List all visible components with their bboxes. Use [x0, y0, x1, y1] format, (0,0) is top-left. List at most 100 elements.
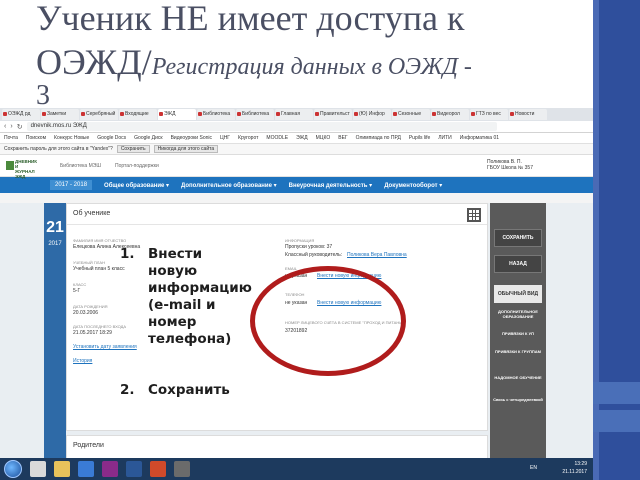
missed-lessons: Пропуски уроков: 37 — [285, 244, 333, 250]
bookmark-item[interactable]: Google Диск — [134, 135, 162, 141]
bookmark-item[interactable]: Поиском — [26, 135, 46, 141]
start-button[interactable] — [4, 460, 22, 478]
teacher-label: Классный руководитель: — [285, 252, 343, 258]
browser-tab[interactable]: ГТЗ по вес — [470, 109, 508, 120]
browser-tab[interactable]: Новости — [509, 109, 547, 120]
history-link[interactable]: История — [73, 358, 92, 364]
browser-tab[interactable]: ЭЖД — [158, 109, 196, 120]
browser-tab[interactable]: Входящие — [119, 109, 157, 120]
instructions: 1. Внести новую информацию (e-mail и ном… — [120, 246, 252, 398]
bookmark-item[interactable]: МЦКО — [316, 135, 331, 141]
bookmark-item[interactable]: Pupils life — [409, 135, 430, 141]
user-school: ГБОУ Школа № 357 — [487, 165, 533, 171]
browser-tab[interactable]: Библиотека — [197, 109, 235, 120]
band-block — [593, 410, 640, 432]
field-label: ФАМИЛИЯ ИМЯ ОТЧЕСТВО — [73, 238, 127, 243]
browser-tab[interactable]: (Ю) Инфор — [353, 109, 391, 120]
bookmark-item[interactable]: ЭЖД — [296, 135, 308, 141]
password-save-button[interactable]: Сохранить — [116, 145, 150, 153]
clock-time: 13:29 — [574, 461, 587, 467]
password-never-button[interactable]: Никогда для этого сайта — [153, 145, 219, 153]
bookmark-item[interactable]: Олимпиада по ПРД — [356, 135, 401, 141]
title-sub: Регистрация данных в ОЭЖД - — [151, 54, 472, 80]
step-2: 2. Сохранить — [120, 382, 230, 399]
media-icon[interactable] — [78, 461, 94, 477]
menu-home-schooling[interactable]: НАДОМНОЕ ОБУЧЕНИЕ — [492, 375, 544, 380]
step-1-text: Внести новую информацию (e-mail и номер … — [148, 246, 252, 347]
browser-tab[interactable]: Заметки — [41, 109, 79, 120]
year-selector[interactable]: 2017 - 2018 — [50, 180, 93, 190]
browser-tab[interactable]: Серебряный — [80, 109, 118, 120]
teacher-name[interactable]: Поликова Вера Павловна — [347, 252, 407, 258]
divider — [67, 224, 487, 225]
nav-general-education[interactable]: Общее образование — [104, 182, 169, 189]
browser-tab[interactable]: Правительст — [314, 109, 352, 120]
menu-additional-education[interactable]: ДОПОЛНИТЕЛЬНОЕ ОБРАЗОВАНИЕ — [492, 309, 544, 319]
bookmark-item[interactable]: Видеоуроки Sonic — [171, 135, 212, 141]
date-day: 21 — [46, 219, 64, 236]
bookmark-item[interactable]: MOODLE — [266, 135, 288, 141]
menu-diary-link[interactable]: Связь с четыреднеевкой — [492, 397, 544, 402]
nav-extracurricular[interactable]: Внеурочная деятельность — [289, 182, 373, 189]
field-label: УЧЕБНЫЙ ПЛАН — [73, 260, 105, 265]
save-button[interactable]: СОХРАНИТЬ — [494, 229, 542, 247]
bookmark-item[interactable]: Google Docs — [97, 135, 126, 141]
back-arrow-icon[interactable]: ‹ — [4, 123, 6, 130]
title-main: ОЭЖД/ — [36, 42, 152, 82]
bookmark-item[interactable]: ВЕГ — [338, 135, 347, 141]
library-link[interactable]: Библиотека МЭШ — [60, 163, 101, 169]
user-info[interactable]: Поликова В. П. ГБОУ Школа № 357 — [487, 159, 533, 171]
field-value: Учебный план 5 класс — [73, 266, 125, 272]
yandex-browser-icon[interactable] — [30, 461, 46, 477]
taskbar: EN 13:29 21.11.2017 — [0, 458, 593, 480]
support-link[interactable]: Портал-поддержки — [115, 163, 159, 169]
browser-tab[interactable]: Главная — [275, 109, 313, 120]
grid-menu-icon[interactable] — [467, 208, 481, 222]
date-year: 2017 — [48, 241, 62, 247]
bookmark-item[interactable]: ЛИТИ — [438, 135, 452, 141]
parents-title: Родители — [73, 442, 104, 449]
bookmark-item[interactable]: ЦНГ — [220, 135, 230, 141]
main-nav: 2017 - 2018 Общее образование Дополнител… — [0, 177, 593, 193]
folder-icon[interactable] — [54, 461, 70, 477]
bookmark-item[interactable]: Кругорот — [238, 135, 258, 141]
nav-documents[interactable]: Документооборот — [384, 182, 442, 189]
clock-date: 21.11.2017 — [562, 469, 587, 475]
reload-icon[interactable]: ↻ — [17, 123, 23, 131]
url-field[interactable]: dnevnik.mos.ru ЭЖД — [26, 122, 497, 131]
step-2-number: 2. — [120, 382, 135, 398]
password-prompt-bar: Сохранить пароль для этого сайта в "Yand… — [0, 144, 593, 155]
page-margin — [546, 203, 593, 458]
bookmark-item[interactable]: Конкурс Новые — [54, 135, 89, 141]
normal-view-button[interactable]: ОБЫЧНЫЙ ВИД — [494, 285, 542, 303]
title-line-3: 3 — [36, 80, 50, 110]
card-title: Об ученике — [73, 210, 111, 217]
word-icon[interactable] — [126, 461, 142, 477]
bookmark-item[interactable]: Информатика 01 — [460, 135, 499, 141]
title-line-1: Ученик НЕ имеет доступа к — [36, 0, 465, 38]
parents-card: Родители — [66, 435, 488, 458]
powerpoint-icon[interactable] — [150, 461, 166, 477]
language-indicator[interactable]: EN — [530, 465, 537, 471]
step-2-text: Сохранить — [148, 382, 230, 398]
bookmark-item[interactable]: Почта — [4, 135, 18, 141]
menu-bind-curriculum[interactable]: ПРИВЯЗКИ К УП — [492, 331, 544, 336]
app-icon[interactable] — [102, 461, 118, 477]
menu-bind-groups[interactable]: ПРИВЯЗКИ К ГРУППАМ — [492, 349, 544, 354]
browser-tab[interactable]: Библиотека — [236, 109, 274, 120]
slide-title: Ученик НЕ имеет доступа к ОЭЖД/Регистрац… — [36, 0, 596, 110]
set-date-link[interactable]: Установить дату заявления — [73, 344, 137, 350]
back-button[interactable]: НАЗАД — [494, 255, 542, 273]
browser-tab[interactable]: ОЭЖД рд — [2, 109, 40, 120]
site-header: ДНЕВНИК И ЖУРНАЛ ЭЖД Библиотека МЭШ Порт… — [0, 155, 593, 179]
clock[interactable]: 13:29 21.11.2017 — [562, 460, 587, 476]
app-icon[interactable] — [174, 461, 190, 477]
bookmarks-bar: Почта Поиском Конкурс Новые Google Docs Goog… — [0, 133, 593, 144]
site-logo[interactable]: ДНЕВНИК И ЖУРНАЛ ЭЖД — [6, 159, 38, 179]
forward-arrow-icon[interactable]: › — [10, 123, 12, 130]
address-bar: ‹ › ↻ dnevnik.mos.ru ЭЖД — [0, 121, 593, 133]
browser-tab[interactable]: Сезонные — [392, 109, 430, 120]
nav-additional-education[interactable]: Дополнительное образование — [181, 182, 277, 189]
browser-tab[interactable]: Видеорол — [431, 109, 469, 120]
date-column: 21 2017 — [44, 203, 66, 458]
